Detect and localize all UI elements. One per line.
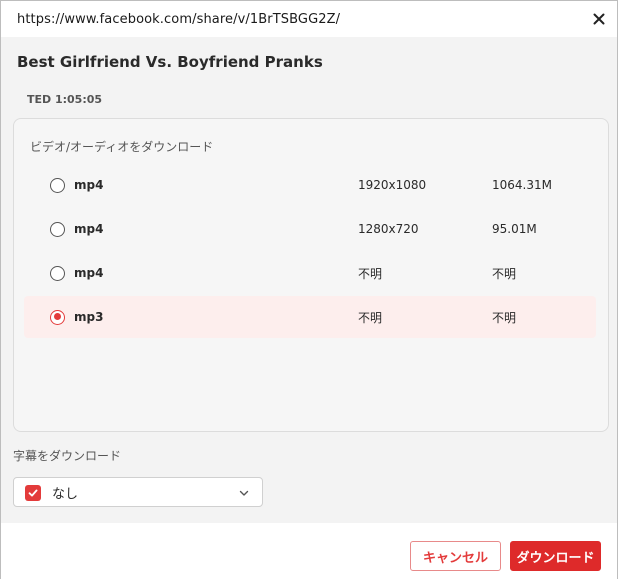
- url-text: https://www.facebook.com/share/v/1BrTSBG…: [17, 11, 341, 27]
- radio-button[interactable]: [50, 221, 65, 237]
- panel-heading: ビデオ/オーディオをダウンロード: [30, 140, 214, 154]
- close-icon: [593, 13, 605, 25]
- format-label: mp4: [74, 266, 104, 280]
- video-meta: TED 1:05:05: [27, 93, 103, 106]
- subtitles-checkbox[interactable]: [25, 485, 41, 501]
- format-label: mp3: [74, 310, 104, 324]
- radio-button[interactable]: [50, 177, 65, 193]
- subtitles-dropdown[interactable]: なし: [13, 477, 263, 507]
- close-button[interactable]: [589, 9, 609, 29]
- resolution-label: 1920x1080: [358, 178, 427, 192]
- cancel-button[interactable]: キャンセル: [410, 541, 501, 571]
- format-option-row-selected[interactable]: mp3 不明 不明: [24, 296, 596, 338]
- video-title: Best Girlfriend Vs. Boyfriend Pranks: [17, 53, 323, 71]
- titlebar: https://www.facebook.com/share/v/1BrTSBG…: [1, 1, 617, 37]
- download-button[interactable]: ダウンロード: [510, 541, 601, 571]
- size-label: 95.01M: [492, 222, 537, 236]
- resolution-label: 不明: [358, 310, 383, 325]
- format-panel: ビデオ/オーディオをダウンロード mp4 1920x1080 1064.31M …: [13, 118, 609, 432]
- resolution-label: 1280x720: [358, 222, 419, 236]
- subtitles-heading: 字幕をダウンロード: [13, 449, 122, 463]
- dialog-footer: キャンセル ダウンロード: [1, 523, 617, 579]
- size-label: 不明: [492, 266, 517, 281]
- format-option-row[interactable]: mp4 1920x1080 1064.31M: [24, 164, 596, 206]
- format-option-row[interactable]: mp4 1280x720 95.01M: [24, 208, 596, 250]
- chevron-down-icon: [239, 490, 249, 496]
- format-option-row[interactable]: mp4 不明 不明: [24, 252, 596, 294]
- format-label: mp4: [74, 222, 104, 236]
- download-dialog: https://www.facebook.com/share/v/1BrTSBG…: [0, 0, 618, 579]
- size-label: 1064.31M: [492, 178, 552, 192]
- format-label: mp4: [74, 178, 104, 192]
- radio-button-checked[interactable]: [50, 309, 65, 325]
- resolution-label: 不明: [358, 266, 383, 281]
- subtitles-value: なし: [52, 486, 79, 502]
- radio-button[interactable]: [50, 265, 65, 281]
- check-icon: [28, 489, 38, 497]
- size-label: 不明: [492, 310, 517, 325]
